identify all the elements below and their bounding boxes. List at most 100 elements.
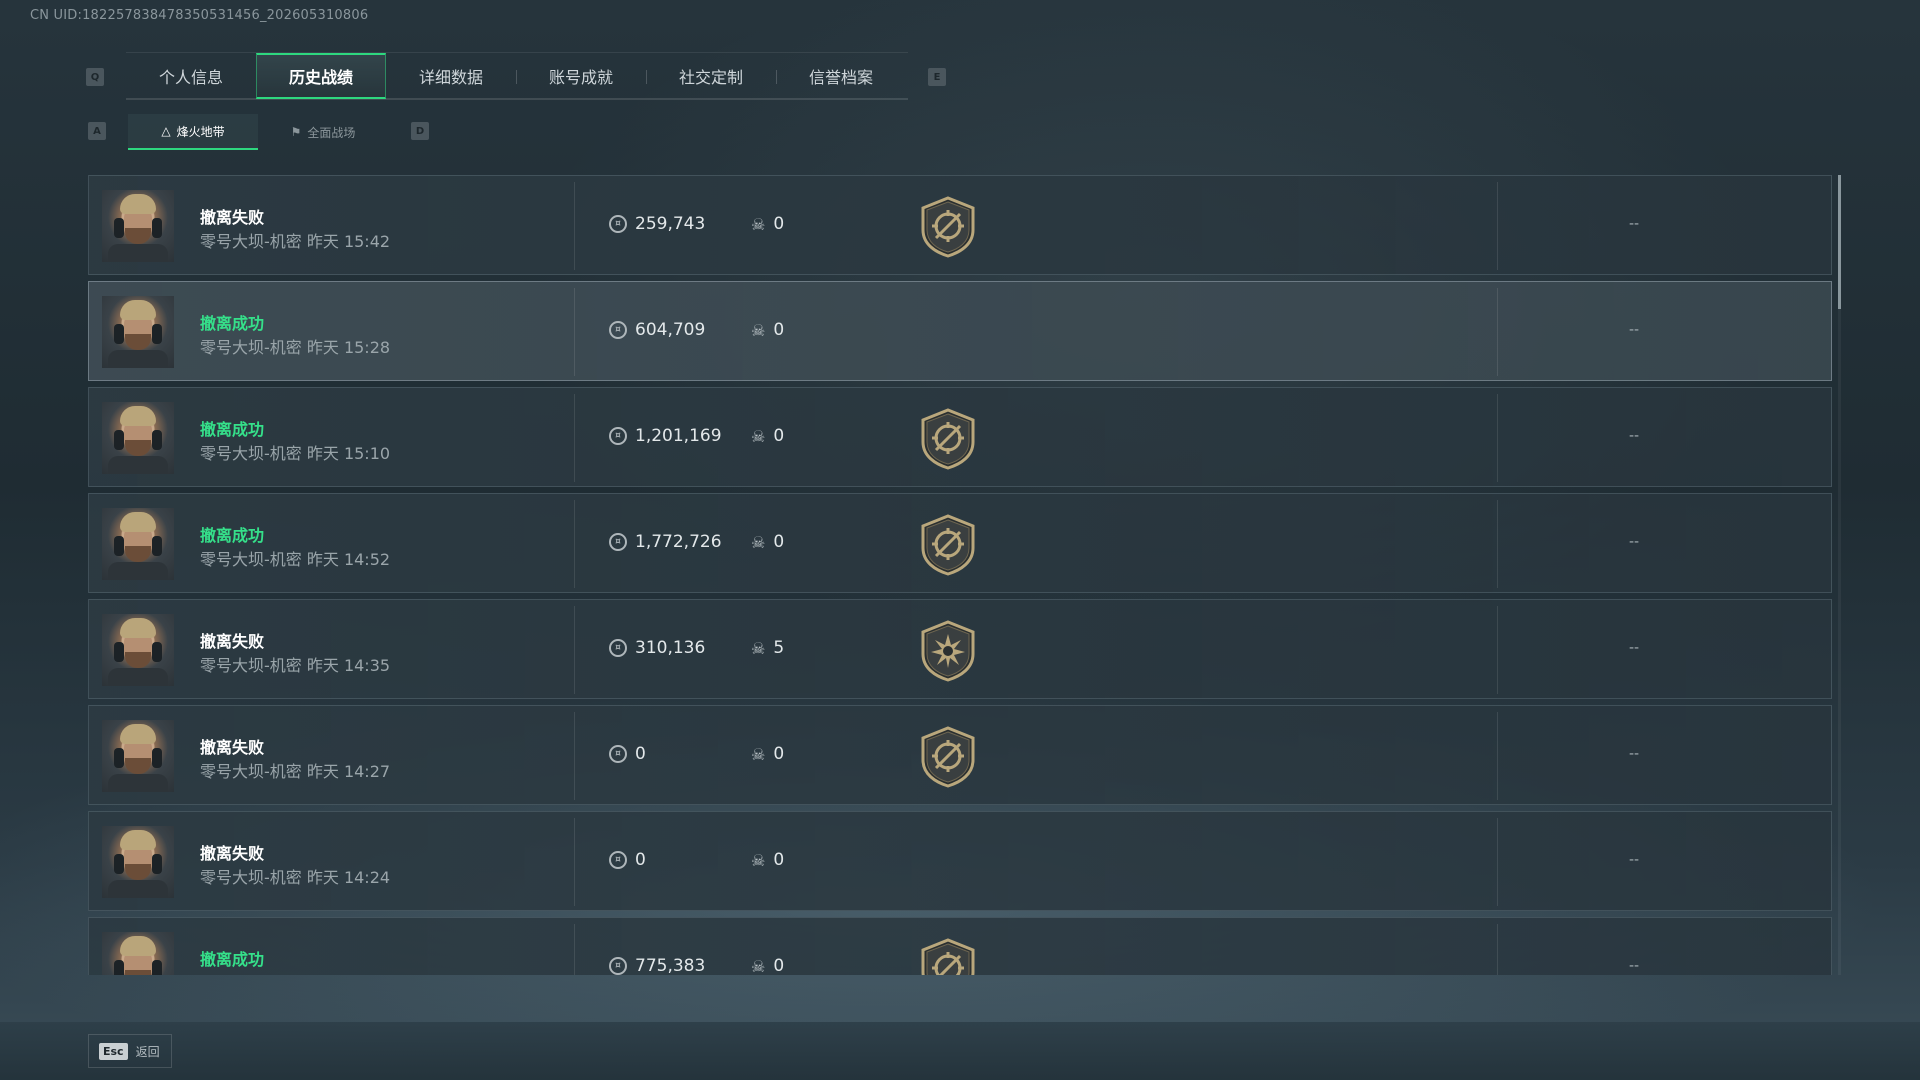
match-row[interactable]: 撤离成功 零号大坝-机密 昨天 15:28 ¤ 604,709 ☠ 0 -- [88,281,1832,381]
skull-icon: ☠ [751,320,766,340]
skull-icon: ☠ [751,532,766,552]
tab-4[interactable]: 社交定制 [646,53,776,99]
kill-count: ☠ 0 [751,320,784,340]
tab-1[interactable]: 历史战绩 [256,53,386,99]
operator-avatar [102,190,174,262]
shield-badge-icon [919,938,977,975]
loot-value-text: 310,136 [635,638,706,658]
loot-value: ¤ 0 [609,850,646,870]
coin-icon: ¤ [609,745,627,763]
tab-5[interactable]: 信誉档案 [776,53,906,99]
extra-info: -- [1629,958,1640,974]
match-row[interactable]: 撤离成功 零号大坝-机密 昨天 14:52 ¤ 1,772,726 ☠ 0 -- [88,493,1832,593]
row-divider [1497,182,1498,270]
loot-value-text: 604,709 [635,320,706,340]
esc-key-icon: Esc [99,1042,128,1060]
shield-badge-icon [919,408,977,470]
match-row[interactable]: 撤离成功 零号大坝-机密 昨天 13:53 ¤ 775,383 ☠ 0 -- [88,917,1832,975]
loot-value: ¤ 259,743 [609,214,705,234]
kill-count-text: 0 [773,532,785,552]
loot-value-text: 0 [635,744,646,764]
kill-count-text: 0 [773,956,785,975]
kill-count: ☠ 0 [751,956,784,975]
loot-value: ¤ 1,201,169 [609,426,722,446]
row-divider [1497,712,1498,800]
kill-count-text: 0 [773,426,785,446]
kill-count: ☠ 0 [751,214,784,234]
loot-value-text: 0 [635,850,646,870]
match-row[interactable]: 撤离失败 零号大坝-机密 昨天 14:27 ¤ 0 ☠ 0 -- [88,705,1832,805]
extraction-status: 撤离失败 [200,844,265,863]
mode-icon: △ [161,124,171,138]
subtab-left-key-hint: A [88,122,106,140]
row-divider [574,500,575,588]
extra-info: -- [1629,746,1640,762]
row-divider [1497,500,1498,588]
shield-badge-icon [919,196,977,258]
row-divider [1497,924,1498,975]
kill-count: ☠ 0 [751,426,784,446]
kill-count-text: 0 [773,744,785,764]
map-and-time: 零号大坝-机密 昨天 14:24 [200,868,391,887]
match-row[interactable]: 撤离失败 零号大坝-机密 昨天 14:24 ¤ 0 ☠ 0 -- [88,811,1832,911]
match-row[interactable]: 撤离成功 零号大坝-机密 昨天 15:10 ¤ 1,201,169 ☠ 0 -- [88,387,1832,487]
loot-value: ¤ 775,383 [609,956,705,975]
loot-value-text: 1,201,169 [635,426,722,446]
row-divider [574,394,575,482]
skull-icon: ☠ [751,850,766,870]
back-label: 返回 [135,1044,160,1059]
kill-count: ☠ 5 [751,638,784,658]
tab-0[interactable]: 个人信息 [126,53,256,99]
tab-left-key-hint: Q [86,68,104,86]
back-button[interactable]: Esc 返回 [88,1034,172,1068]
operator-avatar [102,826,174,898]
coin-icon: ¤ [609,321,627,339]
operator-avatar [102,296,174,368]
operator-avatar [102,720,174,792]
match-history-list[interactable]: 撤离失败 零号大坝-机密 昨天 15:42 ¤ 259,743 ☠ 0 -- 撤… [88,175,1832,975]
extraction-status: 撤离成功 [200,526,265,545]
main-tabs: 个人信息 历史战绩 详细数据 账号成就 社交定制 信誉档案 [126,52,908,100]
coin-icon: ¤ [609,215,627,233]
kill-count: ☠ 0 [751,744,784,764]
operator-avatar [102,932,174,975]
shield-badge-icon [919,514,977,576]
map-and-time: 零号大坝-机密 昨天 13:53 [200,970,390,975]
loot-value: ¤ 310,136 [609,638,705,658]
skull-icon: ☠ [751,214,766,234]
map-and-time: 零号大坝-机密 昨天 14:35 [200,656,391,675]
row-divider [574,712,575,800]
scrollbar-thumb[interactable] [1838,175,1841,309]
extraction-status: 撤离成功 [200,950,265,969]
mode-icon: ⚑ [290,125,302,139]
subtab-0[interactable]: △ 烽火地带 [128,114,258,150]
operator-avatar [102,614,174,686]
coin-icon: ¤ [609,533,627,551]
map-and-time: 零号大坝-机密 昨天 14:52 [200,550,391,569]
kill-count-text: 0 [773,214,785,234]
loot-value: ¤ 1,772,726 [609,532,722,552]
kill-count: ☠ 0 [751,850,784,870]
extraction-status: 撤离失败 [200,632,265,651]
match-row[interactable]: 撤离失败 零号大坝-机密 昨天 15:42 ¤ 259,743 ☠ 0 -- [88,175,1832,275]
row-divider [1497,394,1498,482]
extraction-status: 撤离成功 [200,314,265,333]
subtab-1[interactable]: ⚑ 全面战场 [258,114,388,150]
row-divider [574,924,575,975]
map-and-time: 零号大坝-机密 昨天 15:28 [200,338,391,357]
extra-info: -- [1629,428,1640,444]
skull-icon: ☠ [751,426,766,446]
shield-badge-icon [919,726,977,788]
skull-icon: ☠ [751,638,766,658]
tab-2[interactable]: 详细数据 [386,53,516,99]
map-and-time: 零号大坝-机密 昨天 14:27 [200,762,391,781]
kill-count-text: 0 [773,850,785,870]
coin-icon: ¤ [609,957,627,975]
shield-badge-icon [919,620,977,682]
coin-icon: ¤ [609,427,627,445]
match-row[interactable]: 撤离失败 零号大坝-机密 昨天 14:35 ¤ 310,136 ☠ 5 -- [88,599,1832,699]
tab-3[interactable]: 账号成就 [516,53,646,99]
subtab-right-key-hint: D [411,122,429,140]
background-watermark [40,18,66,86]
bottom-bar [0,1022,1920,1080]
